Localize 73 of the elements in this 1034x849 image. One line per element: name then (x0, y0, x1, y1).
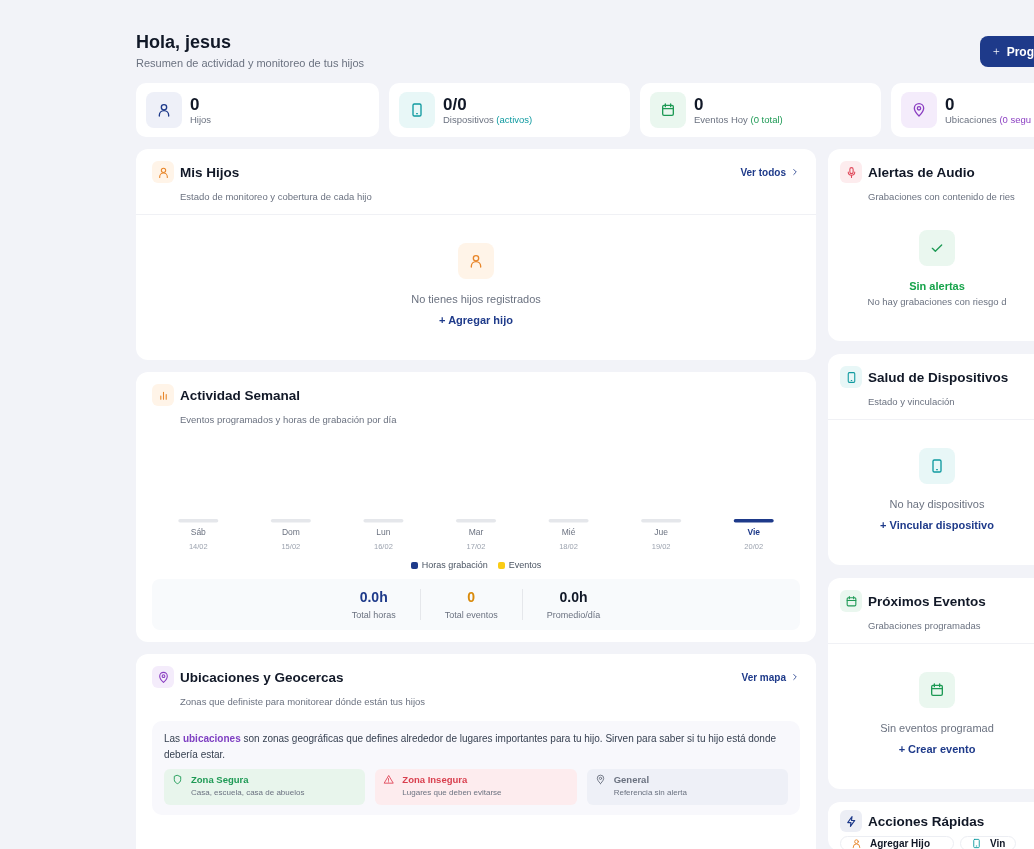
card-subtitle: Estado y vinculación (868, 396, 956, 407)
legend-label: Eventos (508, 560, 542, 570)
total-label: Total eventos (444, 610, 498, 620)
stat-label: Ubicaciones (0 segu (945, 113, 1032, 125)
day-label: Vie (747, 527, 760, 537)
page-subtitle: Resumen de actividad y monitoreo de tus hijos (136, 57, 365, 69)
zone-title: General (613, 774, 651, 785)
empty-message: No hay dispositivos (889, 498, 985, 510)
day-label: Mar (468, 527, 484, 537)
zone-title: Zona Insegura (402, 774, 469, 785)
total-label: Promedio/día (546, 610, 601, 620)
card-subtitle: Grabaciones con contenido de ries (868, 191, 1016, 202)
legend-label: Horas grabación (421, 560, 488, 570)
empty-action-link[interactable]: + Crear evento (898, 743, 976, 755)
card-title: Próximos Eventos (868, 593, 987, 609)
card-title: Ubicaciones y Geocercas (180, 669, 345, 685)
phone-icon (971, 838, 982, 849)
empty-action-link[interactable]: + Vincular dispositivo (880, 519, 994, 531)
total-value: 0.0h (359, 589, 388, 605)
chevron-icon (790, 167, 800, 177)
warning-icon (383, 774, 395, 785)
card-title: Mis Hijos (180, 164, 241, 180)
card-subtitle: Estado de monitoreo y cobertura de cada hijo (180, 191, 373, 202)
card-title: Alertas de Audio (868, 164, 976, 180)
card-title: Actividad Semanal (180, 387, 302, 403)
empty-message: No hay grabaciones con riesgo d (867, 296, 1007, 307)
stat-label: Eventos Hoy (0 total) (694, 113, 783, 125)
zone-description: Lugares que deben evitarse (402, 788, 502, 797)
pin-icon (911, 102, 927, 118)
empty-message: Sin eventos programad (880, 722, 994, 734)
day-label: Dom (281, 527, 300, 537)
empty-message: No tienes hijos registrados (411, 293, 541, 305)
plus-icon (992, 45, 1001, 58)
chevron-icon (790, 672, 800, 682)
page-title: Hola, jesus (136, 32, 233, 53)
person-icon (156, 102, 172, 118)
quick-action-button[interactable]: Vin (960, 836, 1017, 849)
stat-value: 0 (190, 95, 201, 114)
day-label: Lun (376, 527, 391, 537)
phone-icon (929, 458, 945, 474)
stat-value: 0/0 (443, 95, 468, 114)
card-link[interactable]: Ver todos (740, 166, 800, 178)
total-value: 0.0h (559, 589, 588, 605)
day-label: Sáb (190, 527, 206, 537)
total-value: 0 (467, 589, 476, 605)
card-subtitle: Grabaciones programadas (868, 620, 982, 631)
quick-action-button[interactable]: Agregar Hijo (840, 836, 954, 849)
new-button[interactable]: Prog (980, 36, 1034, 67)
empty-action-link[interactable]: + Agregar hijo (439, 314, 513, 326)
zone-title: Zona Segura (191, 774, 250, 785)
day-label: Mié (561, 527, 576, 537)
pin-icon (594, 774, 606, 785)
calendar-icon (929, 682, 945, 698)
card-subtitle: Eventos programados y horas de grabación por día (180, 414, 398, 425)
card-link[interactable]: Ver mapa (741, 671, 800, 683)
zone-description: Referencia sin alerta (613, 788, 688, 797)
day-label: Jue (654, 527, 668, 537)
zone-description: Casa, escuela, casa de abuelos (191, 788, 305, 797)
person-icon (851, 838, 862, 849)
stat-value: 0 (945, 95, 956, 114)
info-text: Las ubicaciones son zonas geográficas que defines alrededor de lugares importantes para tu hijo. Sirven para saber si tu hijo está donde debería estar. (164, 732, 778, 762)
stat-label: Hijos (190, 113, 212, 125)
stat-label: Dispositivos (activos) (443, 113, 533, 125)
empty-status: Sin alertas (909, 280, 965, 292)
stat-value: 0 (694, 95, 705, 114)
person-icon (468, 253, 484, 269)
phone-icon (409, 102, 425, 118)
total-label: Total horas (351, 610, 396, 620)
calendar-icon (660, 102, 676, 118)
card-title: Acciones Rápidas (868, 813, 986, 829)
card-subtitle: Zonas que definiste para monitorear dónde están tus hijos (180, 696, 427, 707)
shield-icon (172, 774, 183, 785)
card-title: Salud de Dispositivos (868, 369, 1010, 385)
